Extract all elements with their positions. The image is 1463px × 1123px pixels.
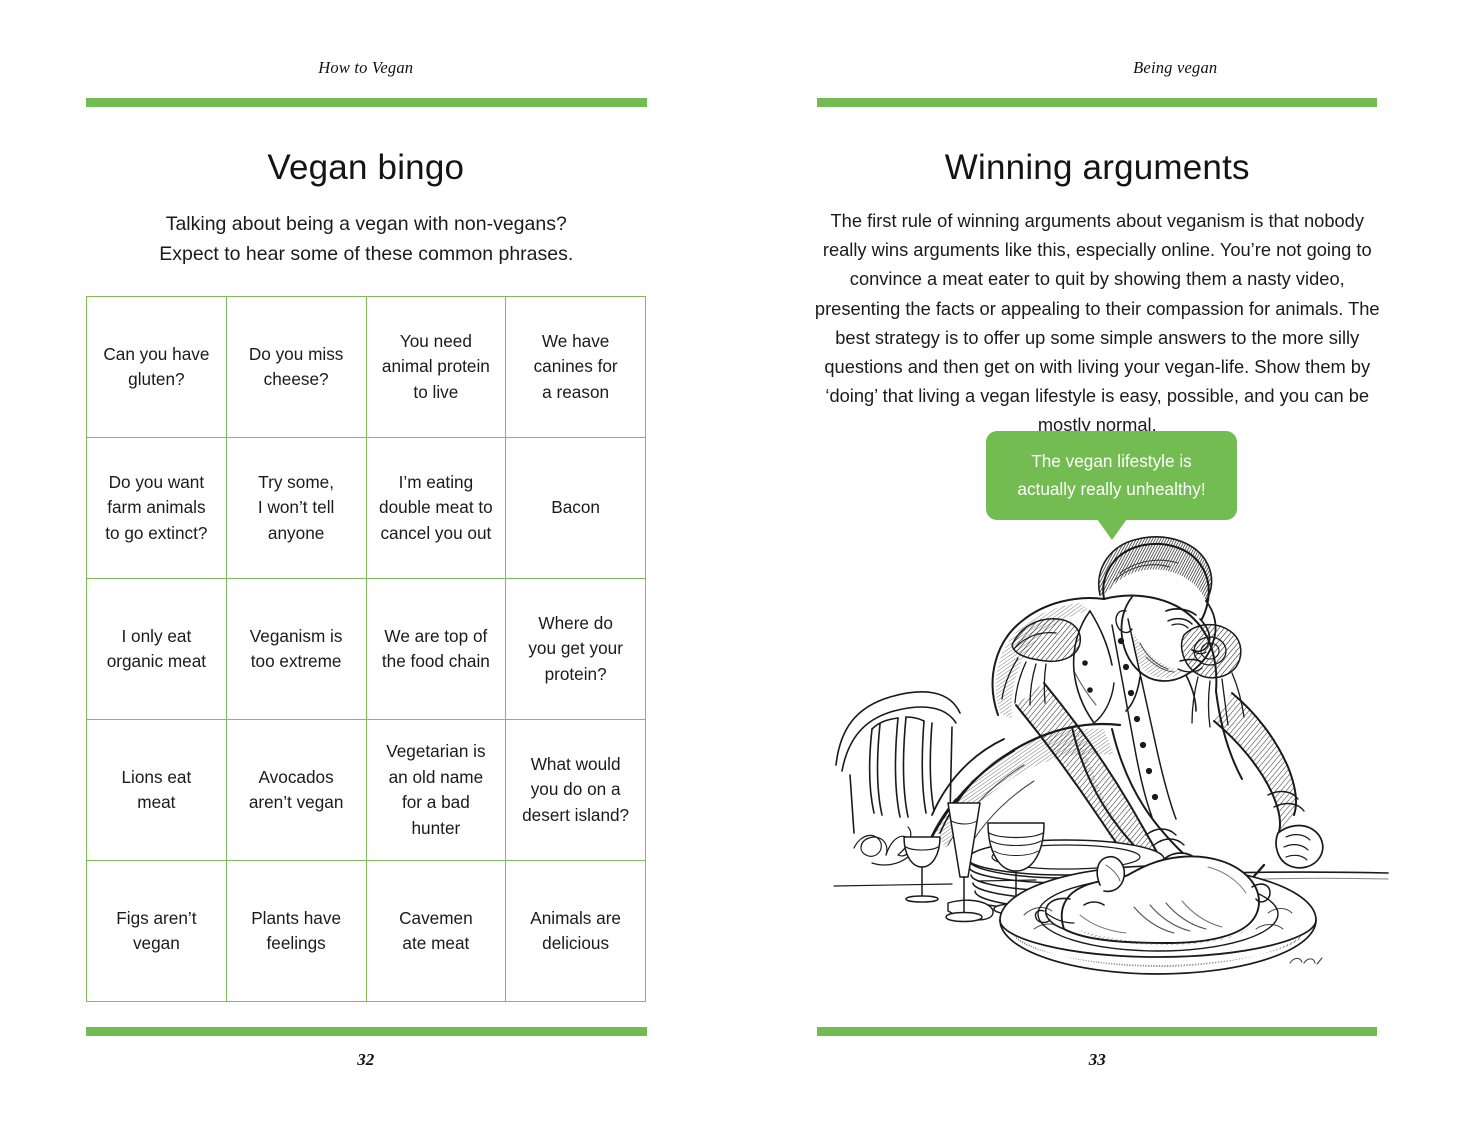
bingo-cell: Vegetarian is an old name for a bad hunt… — [366, 720, 507, 861]
speech-bubble: The vegan lifestyle is actually really u… — [986, 431, 1237, 520]
page-title-right: Winning arguments — [944, 148, 1250, 187]
bingo-cell: I only eat organic meat — [87, 579, 227, 720]
bingo-cell: What would you do on a desert island? — [506, 720, 646, 861]
bingo-cell: Try some, I won’t tell anyone — [226, 438, 367, 579]
page-number-right: 33 — [1088, 1050, 1106, 1069]
subtitle-line-1: Talking about being a vegan with non-veg… — [165, 213, 567, 235]
bottom-rule-left — [86, 1027, 647, 1036]
bingo-cell: Bacon — [506, 438, 646, 579]
book-spread: How to Vegan Vegan bingo Talking about b… — [0, 0, 1463, 1123]
bingo-cell: We have canines for a reason — [506, 297, 646, 438]
bingo-cell: Lions eat meat — [87, 720, 227, 861]
subtitle-line-2: Expect to hear some of these common phra… — [159, 243, 574, 265]
officer-carving-pig-illustration — [828, 515, 1394, 985]
bingo-cell: Do you want farm animals to go extinct? — [87, 438, 227, 579]
bottom-rule-right — [816, 1027, 1377, 1036]
bingo-cell: Can you have gluten? — [87, 297, 227, 438]
left-page: How to Vegan Vegan bingo Talking about b… — [0, 0, 732, 1123]
bingo-cell: Where do you get your protein? — [506, 579, 646, 720]
top-rule-right — [816, 98, 1377, 107]
page-title-left: Vegan bingo — [267, 148, 465, 187]
bingo-cell: I’m eating double meat to cancel you out — [366, 438, 507, 579]
running-head-right: Being vegan — [1133, 58, 1218, 77]
bingo-grid: Can you have gluten? Do you miss cheese? Y… — [86, 296, 646, 1002]
bingo-cell: Veganism is too extreme — [226, 579, 367, 720]
subtitle-left: Talking about being a vegan with non-veg… — [86, 209, 647, 269]
bingo-cell: Cavemen ate meat — [366, 861, 507, 1002]
bingo-cell: Plants have feelings — [226, 861, 367, 1002]
body-paragraph: The first rule of winning arguments abou… — [814, 210, 1380, 436]
bingo-cell: You need animal protein to live — [366, 297, 507, 438]
running-head-left: How to Vegan — [318, 58, 414, 77]
bingo-cell: Avocados aren’t vegan — [226, 720, 367, 861]
top-rule-left — [86, 98, 647, 107]
bingo-cell: We are top of the food chain — [366, 579, 507, 720]
bingo-cell: Do you miss cheese? — [226, 297, 367, 438]
page-number-left: 32 — [357, 1050, 375, 1069]
bingo-cell: Animals are delicious — [506, 861, 646, 1002]
bingo-cell: Figs aren’t vegan — [87, 861, 227, 1002]
